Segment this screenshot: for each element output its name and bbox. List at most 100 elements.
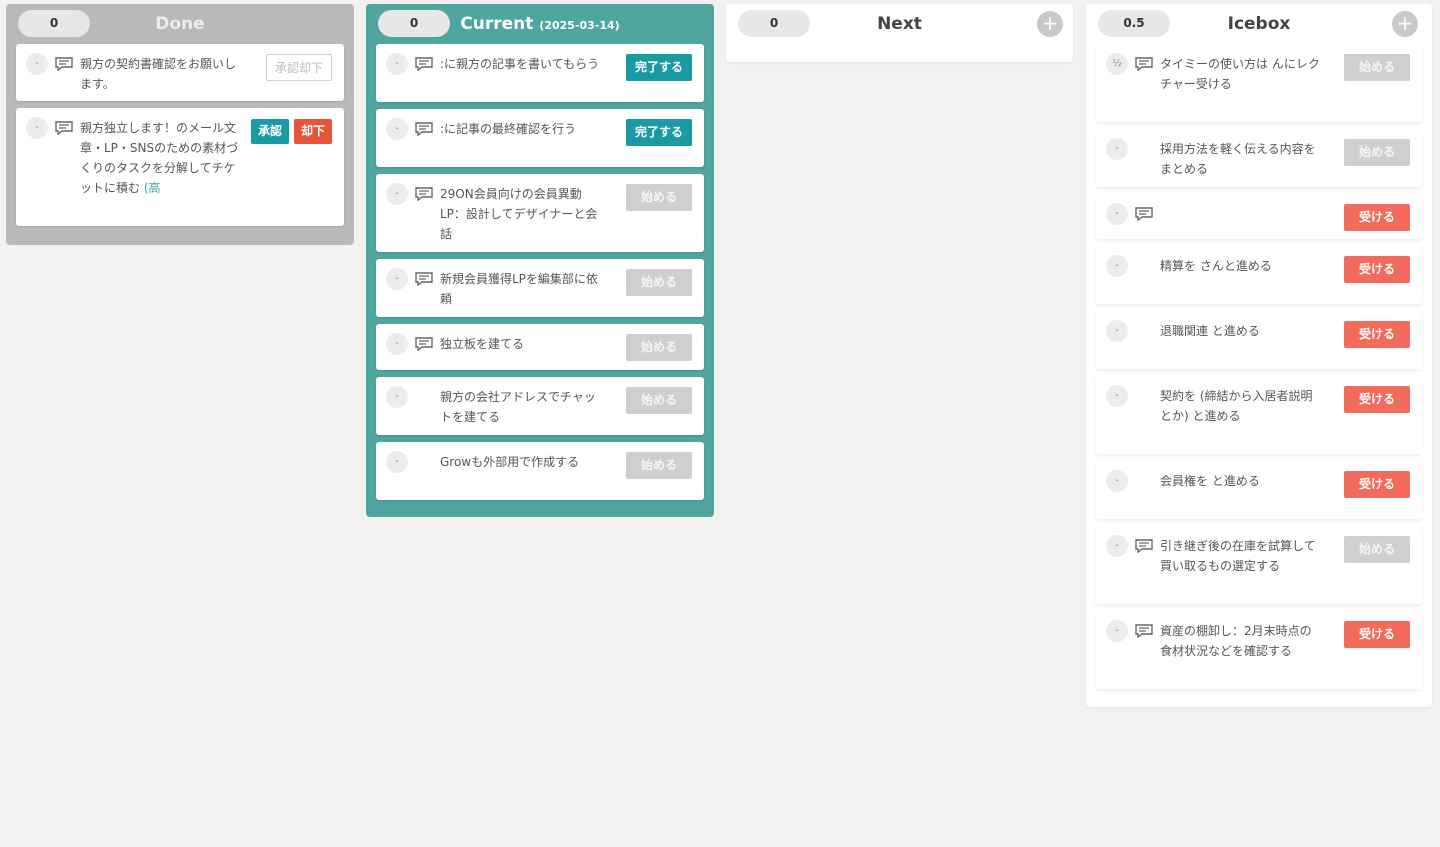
comment-icon: [1135, 539, 1153, 553]
card-text: :に記事の最終確認を行う: [440, 122, 577, 136]
card-text: タイミーの使い方は んにレクチャー受ける: [1160, 57, 1320, 91]
story-card[interactable]: - 受ける: [1096, 194, 1422, 239]
card-text: 新規会員獲得LPを編集部に依頼: [440, 272, 598, 306]
column-title-text: Current: [460, 14, 534, 34]
comment-icon: [1135, 207, 1153, 221]
card-text: :に親方の記事を書いてもらう: [440, 57, 600, 71]
card-text: 29ON会員向けの会員異動LP：設計してデザイナーと会話: [440, 187, 598, 241]
story-card[interactable]: - Growも外部用で作成する 始める: [376, 442, 704, 500]
finish-button[interactable]: 完了する: [626, 54, 692, 81]
reject-button[interactable]: 却下: [294, 119, 332, 144]
estimate-badge[interactable]: -: [26, 53, 48, 75]
comment-icon: [55, 57, 73, 71]
card-text: 親方の会社アドレスでチャットを建てる: [440, 390, 596, 424]
comment-icon: [1135, 624, 1153, 638]
card-text: 契約を (締結から入居者説明とか) と進める: [1160, 389, 1313, 423]
story-card[interactable]: - 独立板を建てる 始める: [376, 324, 704, 370]
story-card[interactable]: - 親方の契約書確認をお願いします。 承認却下: [16, 44, 344, 101]
comment-icon: [1135, 57, 1153, 71]
comment-icon: [415, 187, 433, 201]
accept-button[interactable]: 受ける: [1344, 386, 1410, 413]
start-button[interactable]: 始める: [1344, 536, 1410, 563]
start-button[interactable]: 始める: [626, 269, 692, 296]
card-text: 独立板を建てる: [440, 337, 525, 351]
estimate-badge[interactable]: -: [26, 117, 48, 139]
accept-button[interactable]: 受ける: [1344, 321, 1410, 348]
story-card[interactable]: - 契約を (締結から入居者説明とか) と進める 受ける: [1096, 376, 1422, 454]
column-title: Current (2025-03-14): [376, 4, 704, 46]
estimate-badge[interactable]: -: [1106, 535, 1128, 557]
card-text: 引き継ぎ後の在庫を試算して買い取るもの選定する: [1160, 539, 1316, 573]
start-button[interactable]: 始める: [626, 184, 692, 211]
story-card[interactable]: ½ タイミーの使い方は んにレクチャー受ける 始める: [1096, 44, 1422, 122]
story-card[interactable]: - 29ON会員向けの会員異動LP：設計してデザイナーと会話 始める: [376, 174, 704, 252]
story-card[interactable]: - 資産の棚卸し：2月末時点の食材状況などを確認する 受ける: [1096, 611, 1422, 689]
column-header: 0 Done: [16, 4, 344, 44]
accept-reject-button[interactable]: 承認却下: [266, 54, 332, 81]
story-card[interactable]: - 新規会員獲得LPを編集部に依頼 始める: [376, 259, 704, 317]
story-card[interactable]: - 退職関連 と進める 受ける: [1096, 311, 1422, 369]
accept-button[interactable]: 受ける: [1344, 256, 1410, 283]
column-header: 0 Next +: [736, 4, 1063, 44]
card-text: 採用方法を軽く伝える内容をまとめる: [1160, 142, 1316, 176]
story-card[interactable]: - 親方の会社アドレスでチャットを建てる 始める: [376, 377, 704, 435]
estimate-badge[interactable]: -: [1106, 320, 1128, 342]
story-card[interactable]: - 親方独立します！のメール文章・LP・SNSのための素材づくりのタスクを分解し…: [16, 108, 344, 226]
accept-button[interactable]: 受ける: [1344, 204, 1410, 231]
estimate-badge[interactable]: -: [386, 183, 408, 205]
story-card[interactable]: - 引き継ぎ後の在庫を試算して買い取るもの選定する 始める: [1096, 526, 1422, 604]
column-next: 0 Next +: [726, 4, 1073, 62]
story-card[interactable]: - :に記事の最終確認を行う 完了する: [376, 109, 704, 167]
estimate-badge[interactable]: -: [1106, 203, 1128, 225]
start-button[interactable]: 始める: [626, 334, 692, 361]
column-title: Next: [877, 14, 922, 34]
card-text: 会員権を と進める: [1160, 474, 1260, 488]
kanban-board: 0 Done - 親方の契約書確認をお願いします。 承認却下 - 親方独立します…: [0, 0, 1440, 847]
estimate-badge[interactable]: -: [1106, 138, 1128, 160]
comment-icon: [415, 57, 433, 71]
estimate-badge[interactable]: -: [386, 268, 408, 290]
estimate-badge[interactable]: -: [1106, 470, 1128, 492]
card-text: 退職関連 と進める: [1160, 324, 1260, 338]
column-header: 0 Current (2025-03-14): [376, 4, 704, 44]
column-title: Done: [155, 14, 205, 34]
iteration-date: (2025-03-14): [539, 19, 620, 32]
comment-icon: [415, 122, 433, 136]
card-text: Growも外部用で作成する: [440, 455, 580, 469]
column-header: 0.5 Icebox +: [1096, 4, 1422, 44]
story-card[interactable]: - 会員権を と進める 受ける: [1096, 461, 1422, 519]
estimate-badge[interactable]: -: [386, 118, 408, 140]
estimate-badge[interactable]: -: [386, 53, 408, 75]
start-button[interactable]: 始める: [1344, 54, 1410, 81]
accept-button[interactable]: 承認: [251, 119, 289, 144]
column-done: 0 Done - 親方の契約書確認をお願いします。 承認却下 - 親方独立します…: [6, 4, 354, 245]
card-text: 精算を さんと進める: [1160, 259, 1272, 273]
comment-icon: [55, 121, 73, 135]
comment-icon: [415, 272, 433, 286]
finish-button[interactable]: 完了する: [626, 119, 692, 146]
card-text: 資産の棚卸し：2月末時点の食材状況などを確認する: [1160, 624, 1312, 658]
estimate-badge[interactable]: -: [386, 451, 408, 473]
estimate-badge[interactable]: -: [1106, 255, 1128, 277]
card-link[interactable]: (高: [144, 181, 161, 195]
estimate-badge[interactable]: ½: [1106, 53, 1128, 75]
estimate-badge[interactable]: -: [1106, 385, 1128, 407]
story-card[interactable]: - :に親方の記事を書いてもらう 完了する: [376, 44, 704, 102]
card-text: 親方独立します！のメール文章・LP・SNSのための素材づくりのタスクを分解してチ…: [80, 118, 242, 198]
start-button[interactable]: 始める: [626, 452, 692, 479]
start-button[interactable]: 始める: [626, 387, 692, 414]
card-text: 親方の契約書確認をお願いします。: [80, 57, 237, 91]
estimate-badge[interactable]: -: [386, 333, 408, 355]
plus-icon[interactable]: +: [1037, 11, 1063, 37]
accept-button[interactable]: 受ける: [1344, 471, 1410, 498]
comment-icon: [415, 337, 433, 351]
story-card[interactable]: - 精算を さんと進める 受ける: [1096, 246, 1422, 304]
start-button[interactable]: 始める: [1344, 139, 1410, 166]
estimate-badge[interactable]: -: [386, 386, 408, 408]
plus-icon[interactable]: +: [1392, 11, 1418, 37]
story-card[interactable]: - 採用方法を軽く伝える内容をまとめる 始める: [1096, 129, 1422, 187]
column-icebox: 0.5 Icebox + ½ タイミーの使い方は んにレクチャー受ける 始める …: [1086, 4, 1432, 707]
accept-button[interactable]: 受ける: [1344, 621, 1410, 648]
column-title: Icebox: [1227, 14, 1291, 34]
estimate-badge[interactable]: -: [1106, 620, 1128, 642]
